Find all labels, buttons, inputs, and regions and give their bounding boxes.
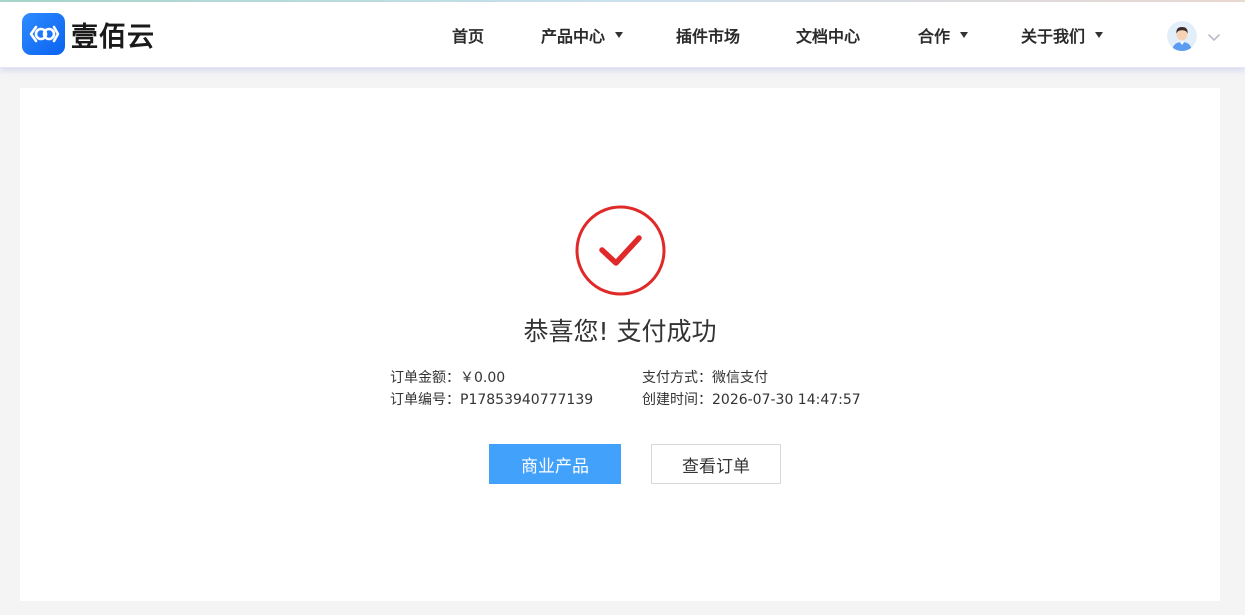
payment-method: 支付方式：微信支付 [642,367,768,387]
order-amount: 订单金额：￥0.00 [390,367,505,387]
nav-products[interactable]: 产品中心 [541,2,624,68]
nav-cooperation[interactable]: 合作 [918,2,969,68]
nav-about-label: 关于我们 [1021,27,1086,46]
caret-down-icon [615,32,624,38]
nav-docs-label: 文档中心 [796,27,861,46]
user-avatar-icon[interactable] [1167,21,1197,51]
nav-docs[interactable]: 文档中心 [796,2,860,68]
check-circle-icon [575,205,666,296]
nav-home[interactable]: 首页 [452,2,484,68]
chevron-down-icon[interactable] [1207,29,1221,43]
view-orders-button[interactable]: 查看订单 [651,444,781,484]
nav-products-label: 产品中心 [541,27,606,46]
nav-plugins[interactable]: 插件市场 [676,2,740,68]
brand-logo[interactable]: 壹佰云 [22,13,155,55]
top-header: 壹佰云 首页 产品中心 插件市场 文档中心 合作 关于我们 [0,2,1245,68]
infinity-logo-icon [22,13,65,55]
order-number-label: 订单编号： [390,392,460,408]
order-amount-value: ￥0.00 [460,370,506,386]
order-number: 订单编号：P17853940777139 [390,389,593,409]
caret-down-icon [1095,32,1104,38]
payment-method-label: 支付方式： [642,370,712,386]
payment-method-value: 微信支付 [712,370,768,386]
nav-home-label: 首页 [452,27,485,46]
nav-plugins-label: 插件市场 [676,27,741,46]
nav-cooperation-label: 合作 [918,27,951,46]
nav-about[interactable]: 关于我们 [1021,2,1104,68]
caret-down-icon [960,32,969,38]
business-products-button[interactable]: 商业产品 [489,444,621,484]
brand-name: 壹佰云 [71,21,155,53]
payment-success-title: 恭喜您! 支付成功 [523,317,717,346]
created-time-value: 2026-07-30 14:47:57 [712,392,861,408]
created-time-label: 创建时间： [642,392,712,408]
created-time: 创建时间：2026-07-30 14:47:57 [642,389,861,409]
order-number-value: P17853940777139 [460,392,594,408]
order-amount-label: 订单金额： [390,370,460,386]
